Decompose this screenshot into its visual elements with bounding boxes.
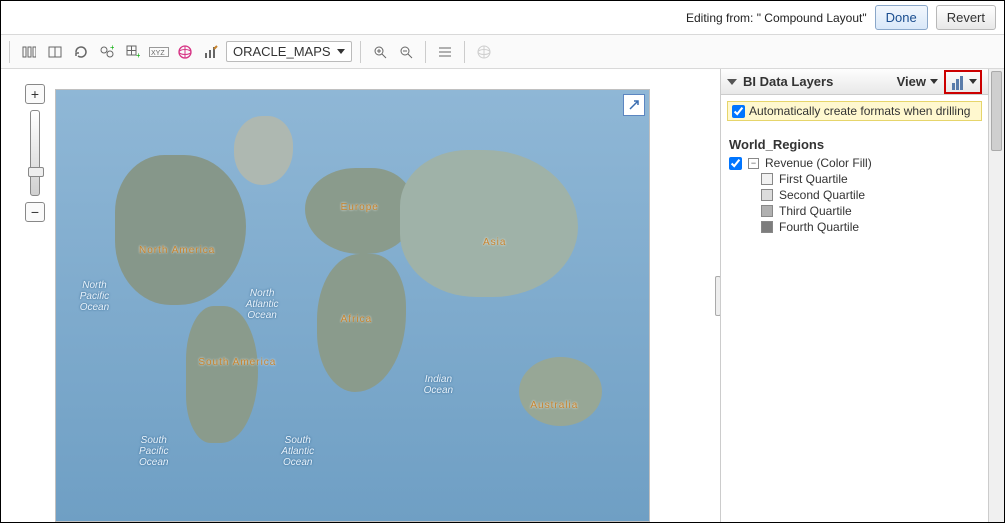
svg-text:+: + [136,51,140,59]
chevron-down-icon [969,79,977,84]
legend-header-row: − Revenue (Color Fill) [729,156,980,170]
landmass [400,150,578,297]
zoom-in-icon[interactable] [369,41,391,63]
zoom-slider[interactable] [30,110,40,196]
region-label: Asia [483,237,506,248]
basemap-select[interactable]: ORACLE_MAPS [226,41,352,62]
region-label: Australia [530,400,578,411]
legend-item-label: Second Quartile [779,188,865,202]
landmass [519,357,602,426]
layers-panel: BI Data Layers View Automatically create… [720,69,988,522]
legend-swatch [761,173,773,185]
columns-tool-icon[interactable] [18,41,40,63]
editing-from-label: Editing from: " Compound Layout" [686,11,867,25]
legend-item: Second Quartile [761,188,980,202]
panel-header: BI Data Layers View [721,69,988,95]
page-scrollbar[interactable] [988,69,1004,522]
list-icon[interactable] [434,41,456,63]
map-column: + − North America South America Europe [1,69,720,522]
world-map-canvas[interactable]: North America South America Europe Afric… [55,89,650,522]
landmass [115,155,245,306]
landmass [234,116,293,185]
legend-swatch [761,189,773,201]
legend-item: Third Quartile [761,204,980,218]
region-label: North America [139,245,215,256]
panel-body: World_Regions − Revenue (Color Fill) Fir… [721,127,988,238]
legend-items: First Quartile Second Quartile Third Qua… [761,172,980,234]
svg-text:XYZ: XYZ [151,50,165,57]
legend-item: Fourth Quartile [761,220,980,234]
zoom-minus-button[interactable]: − [25,202,45,222]
bar-chart-icon [949,74,965,90]
auto-format-checkbox[interactable] [732,105,745,118]
region-label: Africa [341,314,373,325]
editor-header: Editing from: " Compound Layout" Done Re… [1,1,1004,35]
layer-name: World_Regions [729,137,980,152]
panel-splitter[interactable] [715,276,720,316]
chevron-down-icon [930,79,938,84]
disclosure-icon[interactable] [727,79,737,85]
chart-edit-icon[interactable] [200,41,222,63]
toolbar-separator [425,41,426,63]
revert-button[interactable]: Revert [936,5,996,30]
done-button[interactable]: Done [875,5,928,30]
ocean-label: North Atlantic Ocean [246,288,279,321]
grid-add-icon[interactable]: + [122,41,144,63]
legend-swatch [761,221,773,233]
ocean-label: South Atlantic Ocean [281,435,314,468]
chevron-down-icon [337,49,345,54]
scrollbar-thumb[interactable] [991,71,1002,151]
box-tool-icon[interactable] [44,41,66,63]
map-popout-button[interactable] [623,94,645,116]
map-frame: + − North America South America Europe [15,89,650,522]
refresh-icon[interactable] [70,41,92,63]
toolbar-separator [360,41,361,63]
new-format-menu[interactable] [944,70,982,94]
auto-format-label: Automatically create formats when drilli… [749,104,970,118]
view-menu-label: View [897,74,926,89]
legend-swatch [761,205,773,217]
landmass [186,306,257,444]
region-label: Europe [341,202,379,213]
xyz-label-icon[interactable]: XYZ [148,41,170,63]
auto-format-row: Automatically create formats when drilli… [727,101,982,121]
ocean-label: South Pacific Ocean [139,435,168,468]
ocean-label: Indian Ocean [424,374,453,396]
ocean-label: North Pacific Ocean [80,280,109,313]
toolbar-separator [9,41,10,63]
legend-title: Revenue (Color Fill) [765,156,872,170]
toolbar-separator [464,41,465,63]
zoom-controls: + − [25,84,45,222]
svg-text:+: + [110,45,114,52]
legend-item-label: Third Quartile [779,204,852,218]
zoom-plus-button[interactable]: + [25,84,45,104]
basemap-select-label: ORACLE_MAPS [233,44,331,59]
zoom-out-icon[interactable] [395,41,417,63]
legend-item: First Quartile [761,172,980,186]
globe-disabled-icon [473,41,495,63]
region-label: South America [198,357,276,368]
map-toolbar: + + XYZ ORACLE_MAPS [1,35,1004,69]
view-menu[interactable]: View [897,74,938,89]
link-add-icon[interactable]: + [96,41,118,63]
legend-item-label: First Quartile [779,172,848,186]
panel-title: BI Data Layers [743,74,833,89]
globe-icon[interactable] [174,41,196,63]
legend-item-label: Fourth Quartile [779,220,859,234]
legend-visibility-checkbox[interactable] [729,157,742,170]
collapse-toggle[interactable]: − [748,158,759,169]
